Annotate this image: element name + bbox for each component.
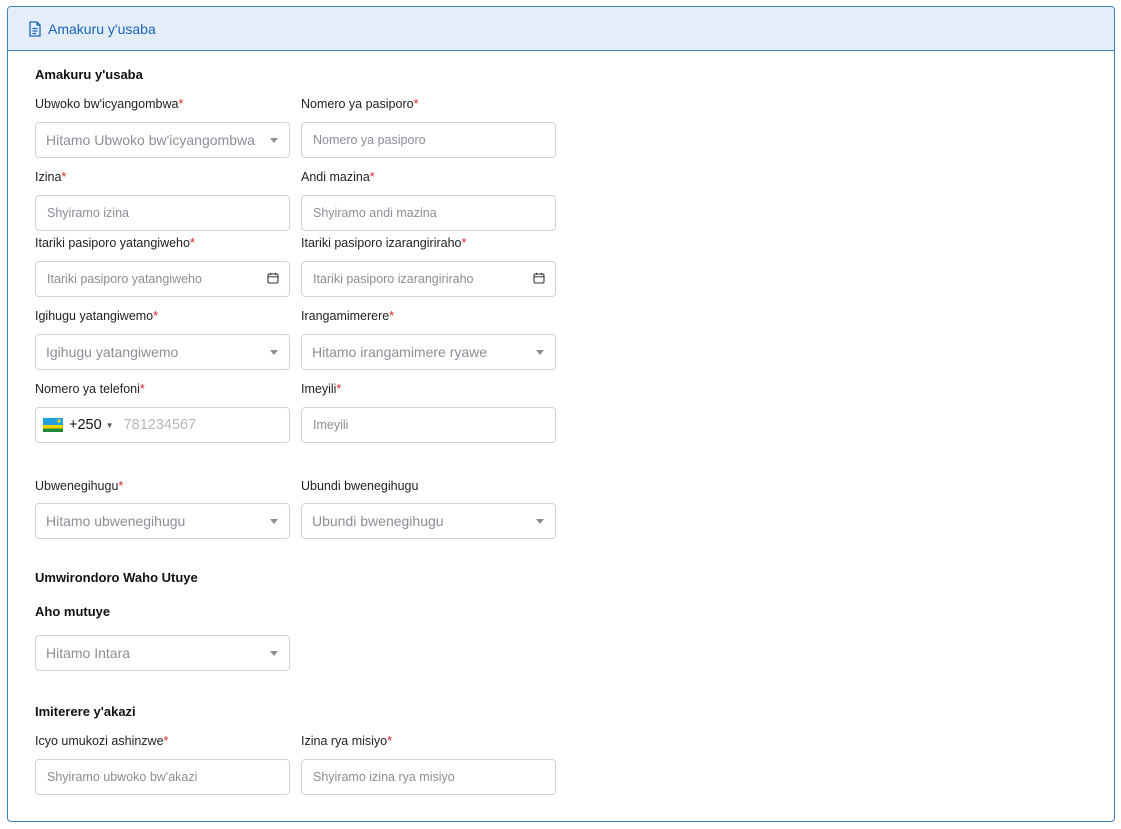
chevron-down-icon — [536, 350, 544, 355]
country-code[interactable]: +250 — [69, 417, 102, 433]
other-names-label: Andi mazina* — [301, 170, 375, 184]
issuing-country-select[interactable]: Igihugu yatangiwemo — [35, 334, 290, 370]
email-input[interactable]: Imeyili — [301, 407, 556, 443]
chevron-down-icon — [536, 519, 544, 524]
gender-select[interactable]: Hitamo irangamimere ryawe — [301, 334, 556, 370]
phone-label: Nomero ya telefoni* — [35, 382, 145, 396]
calendar-icon[interactable] — [267, 272, 279, 284]
section-title-applicant: Amakuru y'usaba — [35, 67, 143, 82]
document-icon — [29, 20, 41, 37]
mission-name-input[interactable]: Shyiramo izina rya misiyo — [301, 759, 556, 795]
passport-issue-date-label: Itariki pasiporo yatangiweho* — [35, 236, 195, 250]
other-nationality-select[interactable]: Ubundi bwenegihugu — [301, 503, 556, 539]
first-name-input[interactable]: Shyiramo izina — [35, 195, 290, 231]
other-nationality-label: Ubundi bwenegihugu — [301, 479, 419, 493]
phone-input[interactable]: +250 ▼ 781234567 — [35, 407, 290, 443]
issuing-country-label: Igihugu yatangiwemo* — [35, 309, 159, 323]
permit-type-select[interactable]: Hitamo Ubwoko bw'icyangombwa — [35, 122, 290, 158]
rwanda-flag-icon[interactable] — [43, 418, 63, 432]
other-names-input[interactable]: Shyiramo andi mazina — [301, 195, 556, 231]
chevron-down-icon — [270, 651, 278, 656]
chevron-down-icon[interactable]: ▼ — [106, 421, 114, 430]
gender-label: Irangamimerere* — [301, 309, 395, 323]
section-title-address: Umwirondoro Waho Utuye — [35, 570, 198, 585]
first-name-label: Izina* — [35, 170, 67, 184]
card-header: Amakuru y'usaba — [8, 7, 1114, 51]
passport-number-input[interactable]: Nomero ya pasiporo — [301, 122, 556, 158]
applicant-info-card: Amakuru y'usaba Amakuru y'usaba Ubwoko b… — [7, 6, 1115, 822]
chevron-down-icon — [270, 350, 278, 355]
passport-expiry-date-label: Itariki pasiporo izarangiriraho* — [301, 236, 467, 250]
province-select[interactable]: Hitamo Intara — [35, 635, 290, 671]
occupation-label: Icyo umukozi ashinzwe* — [35, 734, 169, 748]
occupation-input[interactable]: Shyiramo ubwoko bw'akazi — [35, 759, 290, 795]
chevron-down-icon — [270, 519, 278, 524]
phone-number-placeholder: 781234567 — [123, 417, 197, 433]
calendar-icon[interactable] — [533, 272, 545, 284]
passport-number-label: Nomero ya pasiporo* — [301, 97, 419, 111]
passport-issue-date-input[interactable]: Itariki pasiporo yatangiweho — [35, 261, 290, 297]
passport-expiry-date-input[interactable]: Itariki pasiporo izarangiriraho — [301, 261, 556, 297]
chevron-down-icon — [270, 138, 278, 143]
email-label: Imeyili* — [301, 382, 342, 396]
section-title-work: Imiterere y'akazi — [35, 704, 136, 719]
nationality-label: Ubwenegihugu* — [35, 479, 124, 493]
permit-type-label: Ubwoko bw'icyangombwa* — [35, 97, 184, 111]
section-title-residence: Aho mutuye — [35, 604, 111, 619]
nationality-select[interactable]: Hitamo ubwenegihugu — [35, 503, 290, 539]
card-header-title: Amakuru y'usaba — [48, 20, 156, 37]
mission-name-label: Izina rya misiyo* — [301, 734, 393, 748]
